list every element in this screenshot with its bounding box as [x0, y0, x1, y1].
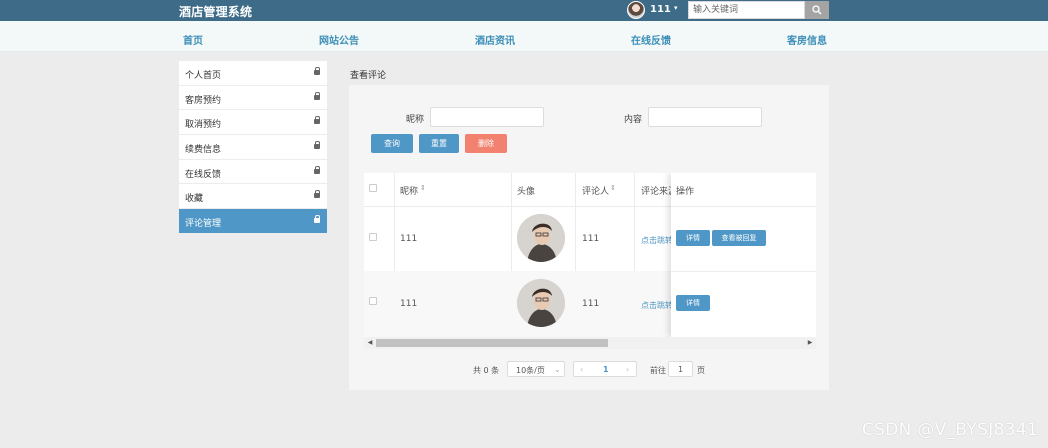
nickname-input[interactable] [430, 107, 544, 127]
goto-page-value: 1 [678, 365, 684, 374]
main-nav: 首页 网站公告 酒店资讯 在线反馈 客房信息 [0, 21, 1048, 52]
sidebar-item-renewal[interactable]: 续费信息 [179, 135, 327, 160]
sidebar-item-home[interactable]: 个人首页 [179, 61, 327, 86]
goto-suffix: 页 [697, 366, 705, 375]
chevron-down-icon[interactable]: ▾ [674, 4, 678, 12]
row-checkbox[interactable] [369, 233, 377, 241]
sidebar-item-label: 收藏 [185, 194, 204, 205]
sidebar-item-label: 取消预约 [185, 120, 222, 131]
actions-column: 操作 详情 查看被回复 详情 [671, 173, 816, 337]
header-avatar: 头像 [517, 187, 536, 197]
row-divider [364, 206, 671, 207]
sidebar-item-label: 评论管理 [185, 219, 222, 230]
sort-icon[interactable]: ⇕ [420, 184, 426, 192]
lock-icon [314, 190, 320, 199]
scroll-left-icon[interactable]: ◀ [366, 339, 374, 347]
nav-feedback[interactable]: 在线反馈 [631, 32, 671, 47]
current-page[interactable]: 1 [603, 365, 609, 374]
detail-button[interactable]: 详情 [676, 230, 710, 246]
lock-icon [314, 91, 320, 100]
select-all-checkbox[interactable] [369, 184, 377, 192]
detail-button[interactable]: 详情 [676, 295, 710, 311]
lock-icon [314, 116, 320, 125]
scroll-thumb[interactable] [376, 339, 608, 347]
row-commenter: 111 [582, 299, 600, 309]
header-commenter[interactable]: 评论人 [582, 184, 609, 197]
sidebar-item-room-booking[interactable]: 客房预约 [179, 85, 327, 111]
scroll-right-icon[interactable]: ▶ [806, 339, 814, 347]
search-icon [812, 5, 822, 15]
search-input[interactable] [688, 1, 805, 19]
nickname-label: 昵称 [406, 115, 425, 125]
row-commenter: 111 [582, 234, 600, 244]
query-button[interactable]: 查询 [371, 134, 413, 153]
chevron-left-icon[interactable]: ‹ [580, 365, 583, 374]
view-replies-button[interactable]: 查看被回复 [712, 230, 766, 246]
lock-icon [314, 215, 320, 224]
watermark: CSDN @V_BYSJ8341 [862, 420, 1038, 440]
sidebar-item-cancel-booking[interactable]: 取消预约 [179, 110, 327, 136]
sidebar-item-label: 在线反馈 [185, 169, 222, 180]
row-divider [671, 206, 816, 207]
avatar [517, 214, 565, 262]
sidebar: 个人首页 客房预约 取消预约 续费信息 在线反馈 收藏 评论管理 [179, 61, 327, 234]
row-nickname: 111 [400, 299, 418, 309]
page-title: 查看评论 [350, 71, 387, 81]
horizontal-scrollbar[interactable]: ◀ ▶ [364, 337, 816, 349]
sidebar-item-label: 续费信息 [185, 145, 222, 156]
goto-page-input[interactable]: 1 [668, 361, 693, 377]
sidebar-item-label: 个人首页 [185, 71, 222, 81]
page-size-value: 10条/页 [516, 366, 545, 375]
sidebar-item-feedback[interactable]: 在线反馈 [179, 159, 327, 185]
source-link[interactable]: 点击跳转 [641, 300, 673, 311]
header-actions: 操作 [676, 187, 695, 197]
brand-title: 酒店管理系统 [179, 5, 253, 19]
delete-button[interactable]: 删除 [465, 134, 507, 153]
nav-rooms[interactable]: 客房信息 [787, 32, 827, 47]
nav-home[interactable]: 首页 [183, 32, 203, 47]
content-label: 内容 [624, 115, 643, 125]
content-input[interactable] [648, 107, 762, 127]
pagination-total: 共 0 条 [473, 366, 500, 375]
sort-icon[interactable]: ⇕ [610, 184, 616, 192]
avatar [517, 279, 565, 327]
chevron-down-icon: ⌄ [554, 365, 561, 374]
search-button[interactable] [805, 1, 829, 19]
nav-announcements[interactable]: 网站公告 [319, 32, 359, 47]
row-nickname: 111 [400, 234, 418, 244]
chevron-right-icon[interactable]: › [626, 365, 629, 374]
header-nickname[interactable]: 昵称 [400, 184, 418, 197]
sidebar-item-favorites[interactable]: 收藏 [179, 184, 327, 210]
top-bar: 酒店管理系统 111 ▾ [0, 0, 1048, 21]
row-divider [671, 271, 816, 272]
page-size-select[interactable]: 10条/页 ⌄ [507, 361, 565, 377]
sidebar-item-label: 客房预约 [185, 95, 222, 106]
pager: ‹ 1 › [573, 361, 637, 377]
lock-icon [314, 165, 320, 174]
nav-hotel-news[interactable]: 酒店资讯 [475, 32, 515, 47]
comments-table: 昵称 ⇕ 头像 评论人 ⇕ 评论来源 111 111 点击跳转 111 111 … [364, 173, 816, 349]
sidebar-item-comments[interactable]: 评论管理 [179, 209, 327, 234]
goto-prefix: 前往 [650, 366, 666, 375]
reset-button[interactable]: 重置 [419, 134, 459, 153]
row-checkbox[interactable] [369, 297, 377, 305]
lock-icon [314, 141, 320, 150]
source-link[interactable]: 点击跳转 [641, 235, 673, 246]
user-avatar[interactable] [627, 1, 645, 19]
username[interactable]: 111 [650, 4, 671, 15]
lock-icon [314, 67, 320, 75]
